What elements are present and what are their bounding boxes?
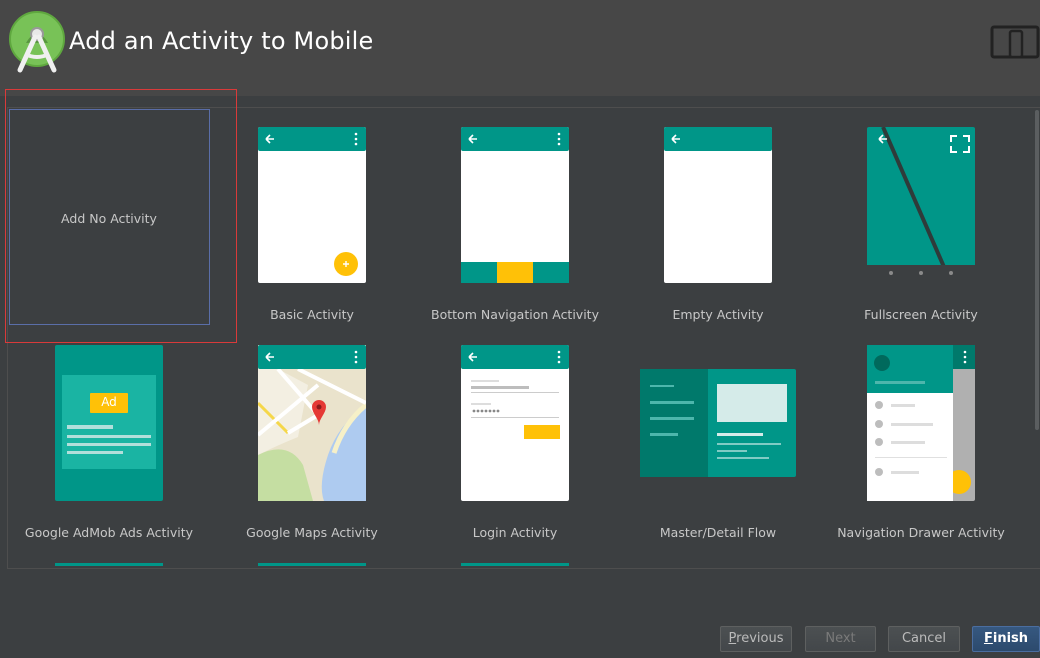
- gallery-scrollbar[interactable]: [1035, 110, 1039, 430]
- master-detail-preview: [640, 369, 796, 477]
- button-label: Cancel: [901, 631, 947, 646]
- fullscreen-activity-preview: [867, 127, 975, 283]
- template-label: Empty Activity: [672, 307, 764, 322]
- template-tile-maps-activity[interactable]: [258, 345, 366, 545]
- template-label: Google AdMob Ads Activity: [24, 525, 194, 540]
- wizard-header: Add an Activity to Mobile: [0, 0, 1040, 96]
- mnemonic: P: [728, 631, 737, 646]
- template-tile-partial[interactable]: [55, 563, 163, 566]
- template-tile-fullscreen-activity[interactable]: [867, 127, 975, 327]
- button-label: inish: [992, 631, 1029, 646]
- bottom-navigation-preview: [461, 127, 569, 283]
- template-label: Add No Activity: [61, 211, 157, 226]
- admob-activity-preview: [55, 345, 163, 501]
- mnemonic: F: [983, 631, 993, 646]
- phone-tablet-icon: [990, 25, 1040, 59]
- template-tile-master-detail-flow[interactable]: [640, 345, 796, 545]
- template-tile-navigation-drawer-activity[interactable]: [867, 345, 975, 545]
- template-tile-admob-activity[interactable]: Ad: [55, 345, 163, 545]
- button-label: Next: [825, 631, 856, 646]
- maps-activity-preview: [258, 345, 366, 501]
- template-tile-login-activity[interactable]: [461, 345, 569, 545]
- template-tile-partial[interactable]: [258, 563, 366, 566]
- next-button[interactable]: Next: [805, 626, 876, 652]
- template-tile-partial[interactable]: [461, 563, 569, 566]
- template-label: Bottom Navigation Activity: [431, 307, 599, 322]
- cancel-button[interactable]: Cancel: [888, 626, 960, 652]
- navigation-drawer-preview: [867, 345, 975, 501]
- template-label: Master/Detail Flow: [659, 525, 777, 540]
- previous-button[interactable]: Previous: [720, 626, 792, 652]
- login-activity-preview: [461, 345, 569, 501]
- button-label: revious: [736, 631, 784, 646]
- template-label: Fullscreen Activity: [864, 307, 978, 322]
- template-label: Navigation Drawer Activity: [837, 525, 1005, 540]
- template-label: Basic Activity: [270, 307, 354, 322]
- template-tile-empty-activity[interactable]: [664, 127, 772, 327]
- ad-badge: Ad: [101, 395, 117, 409]
- basic-activity-preview: [258, 127, 366, 283]
- template-label: Login Activity: [472, 525, 558, 540]
- page-title: Add an Activity to Mobile: [69, 27, 374, 55]
- template-tile-bottom-navigation-activity[interactable]: [461, 127, 569, 327]
- android-studio-icon: [9, 11, 65, 73]
- finish-button[interactable]: Finish: [972, 626, 1040, 652]
- template-label: Google Maps Activity: [246, 525, 378, 540]
- template-tile-basic-activity[interactable]: [258, 127, 366, 327]
- empty-activity-preview: [664, 127, 772, 283]
